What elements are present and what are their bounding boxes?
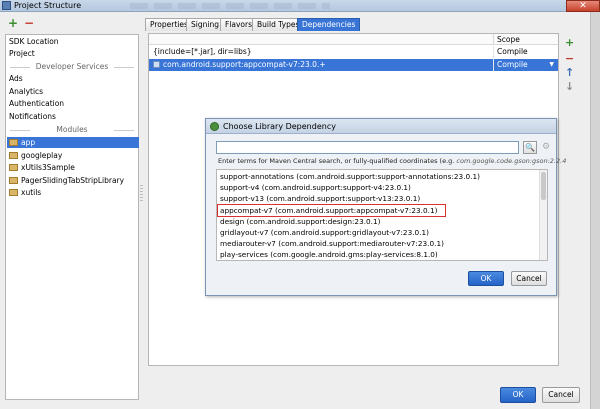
- move-up-button[interactable]: ↑: [565, 67, 574, 78]
- list-item[interactable]: mediarouter-v7 (com.android.support:medi…: [220, 238, 444, 249]
- ok-button[interactable]: OK: [500, 387, 536, 403]
- dependency-name: {include=[*.jar], dir=libs}: [153, 47, 252, 56]
- add-module-button[interactable]: +: [8, 16, 18, 30]
- list-item[interactable]: gridlayout-v7 (com.android.support:gridl…: [220, 227, 429, 238]
- scrollbar-thumb[interactable]: [541, 172, 546, 200]
- library-list: support-annotations (com.android.support…: [216, 169, 548, 261]
- developer-services-header: Developer Services: [8, 61, 136, 72]
- sidebar-item-ads[interactable]: Ads: [9, 73, 23, 84]
- search-icon[interactable]: 🔍: [523, 141, 537, 154]
- list-item[interactable]: support-v13 (com.android.support:support…: [220, 193, 420, 204]
- library-search-input[interactable]: [216, 141, 519, 154]
- dependency-name: com.android.support:appcompat-v7:23.0.+: [163, 60, 326, 69]
- cancel-button[interactable]: Cancel: [542, 387, 580, 403]
- sidebar-item-authentication[interactable]: Authentication: [9, 98, 64, 109]
- list-item[interactable]: play-services (com.google.android.gms:pl…: [220, 249, 438, 260]
- dependency-scope[interactable]: Compile: [493, 46, 558, 58]
- background-menu-bar: [130, 3, 330, 9]
- highlight-annotation-box: [217, 204, 446, 217]
- close-window-button[interactable]: ✕: [566, 0, 600, 12]
- sidebar: SDK Location Project Developer Services …: [5, 34, 139, 400]
- list-scrollbar[interactable]: [539, 170, 547, 260]
- module-item-googleplay[interactable]: googleplay: [9, 150, 62, 161]
- sidebar-item-sdk-location[interactable]: SDK Location: [9, 36, 59, 47]
- app-icon: [2, 1, 11, 10]
- window-title-bar: Project Structure ✕: [0, 0, 600, 12]
- dialog-title: Choose Library Dependency: [223, 122, 336, 131]
- folder-icon: [9, 164, 18, 171]
- sidebar-item-project[interactable]: Project: [9, 48, 35, 59]
- tab-dependencies[interactable]: Dependencies: [297, 18, 361, 31]
- table-header: Scope: [149, 34, 558, 45]
- folder-icon: [9, 139, 18, 146]
- sidebar-item-analytics[interactable]: Analytics: [9, 86, 43, 97]
- sidebar-item-notifications[interactable]: Notifications: [9, 111, 56, 122]
- table-row[interactable]: com.android.support:appcompat-v7:23.0.+ …: [149, 59, 558, 71]
- background-window-edge: [590, 12, 600, 409]
- splitter-handle[interactable]: [140, 185, 143, 203]
- window-title: Project Structure: [14, 1, 82, 10]
- module-item-pagerslidingtabstriplibrary[interactable]: PagerSlidingTabStripLibrary: [9, 175, 124, 186]
- add-dependency-button[interactable]: +: [565, 37, 574, 48]
- folder-icon: [9, 152, 18, 159]
- choose-library-dialog: Choose Library Dependency 🔍 ⚙ Enter term…: [205, 118, 566, 296]
- android-studio-icon: [210, 122, 219, 131]
- gear-icon: ⚙: [541, 142, 551, 152]
- list-item[interactable]: support-annotations (com.android.support…: [220, 171, 480, 182]
- list-item[interactable]: design (com.android.support:design:23.0.…: [220, 216, 380, 227]
- remove-dependency-button[interactable]: −: [565, 53, 574, 64]
- table-row[interactable]: {include=[*.jar], dir=libs} Compile: [149, 46, 558, 58]
- chevron-down-icon[interactable]: ▼: [549, 59, 554, 71]
- tab-signing[interactable]: Signing: [186, 18, 224, 31]
- remove-module-button[interactable]: −: [24, 16, 34, 30]
- module-item-xutils[interactable]: xutils: [9, 187, 41, 198]
- dialog-title-bar: Choose Library Dependency: [206, 119, 556, 134]
- scope-column-header[interactable]: Scope: [493, 34, 558, 45]
- library-icon: [153, 61, 160, 68]
- move-down-button[interactable]: ↓: [565, 81, 574, 92]
- module-item-app[interactable]: app: [9, 137, 35, 148]
- dialog-ok-button[interactable]: OK: [468, 271, 504, 286]
- search-hint: Enter terms for Maven Central search, or…: [218, 157, 567, 165]
- dependency-scope[interactable]: Compile: [493, 59, 558, 71]
- module-item-xutils3sample[interactable]: xUtils3Sample: [9, 162, 75, 173]
- folder-icon: [9, 189, 18, 196]
- list-item[interactable]: support-v4 (com.android.support:support-…: [220, 182, 411, 193]
- dialog-cancel-button[interactable]: Cancel: [511, 271, 547, 286]
- folder-icon: [9, 177, 18, 184]
- modules-header: Modules: [8, 124, 136, 135]
